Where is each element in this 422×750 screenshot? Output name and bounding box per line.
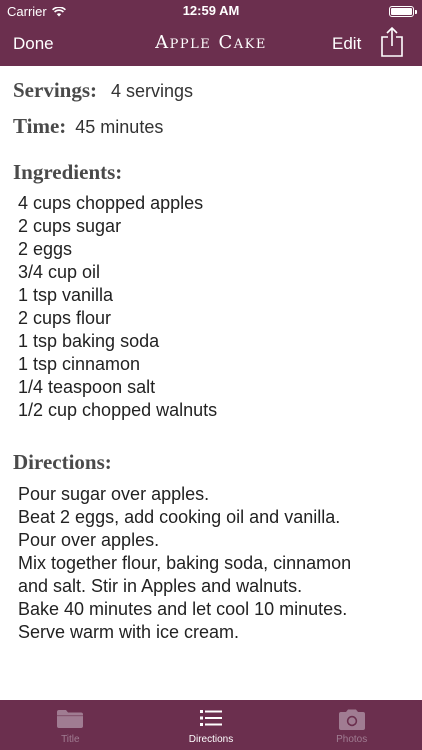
tab-photos-label: Photos [336, 734, 368, 745]
direction-line: Bake 40 minutes and let cool 10 minutes. [18, 599, 348, 619]
servings-value: 4 servings [111, 81, 194, 101]
direction-line: Mix together flour, baking soda, cinnamo… [18, 553, 352, 573]
ingredients-list: 4 cups chopped apples 2 cups sugar 2 egg… [18, 192, 217, 422]
tab-directions-label: Directions [188, 734, 234, 745]
time-value: 45 minutes [75, 117, 164, 137]
directions-list: Pour sugar over apples. Beat 2 eggs, add… [18, 483, 351, 644]
folder-icon [57, 710, 84, 728]
time-label: Time: [13, 114, 67, 138]
tab-title-label: Title [61, 734, 80, 745]
direction-line: Serve warm with ice cream. [18, 622, 240, 642]
status-bar: Carrier 12:59 AM [0, 0, 422, 22]
direction-line: and salt. Stir in Apples and walnuts. [18, 576, 303, 596]
ingredients-heading: Ingredients: [13, 160, 123, 184]
tab-directions[interactable]: Directions [141, 700, 282, 750]
top-bar: Carrier 12:59 AM Done Apple Cake Edit [0, 0, 422, 66]
direction-line: Pour sugar over apples. [18, 484, 210, 504]
servings-row: Servings: 4 servings [13, 78, 193, 103]
tab-photos[interactable]: Photos [281, 700, 422, 750]
ingredient-item: 2 cups flour [18, 308, 112, 328]
ingredient-item: 1 tsp baking soda [18, 331, 160, 351]
tab-bar: Title Directions Photos [0, 700, 422, 750]
tab-title[interactable]: Title [0, 700, 141, 750]
directions-heading: Directions: [13, 450, 112, 474]
ingredient-item: 2 eggs [18, 239, 73, 259]
direction-line: Pour over apples. [18, 530, 160, 550]
direction-line: Beat 2 eggs, add cooking oil and vanilla… [18, 507, 341, 527]
edit-button[interactable]: Edit [332, 34, 361, 54]
ingredient-item: 1/2 cup chopped walnuts [18, 400, 218, 420]
ingredient-item: 1 tsp vanilla [18, 285, 114, 305]
list-icon [200, 710, 222, 726]
ingredient-item: 2 cups sugar [18, 216, 122, 236]
ingredient-item: 4 cups chopped apples [18, 193, 204, 213]
ingredient-item: 1/4 teaspoon salt [18, 377, 156, 397]
camera-icon [338, 709, 365, 730]
ingredient-item: 3/4 cup oil [18, 262, 101, 282]
time-row: Time: 45 minutes [13, 114, 163, 139]
status-clock: 12:59 AM [182, 3, 240, 18]
servings-label: Servings: [13, 78, 97, 102]
share-icon[interactable] [379, 26, 405, 58]
ingredient-item: 1 tsp cinnamon [18, 354, 141, 374]
navigation-bar: Done Apple Cake Edit [0, 22, 422, 66]
recipe-content[interactable]: Servings: 4 servings Time: 45 minutes In… [0, 66, 422, 700]
battery-icon [389, 6, 417, 17]
